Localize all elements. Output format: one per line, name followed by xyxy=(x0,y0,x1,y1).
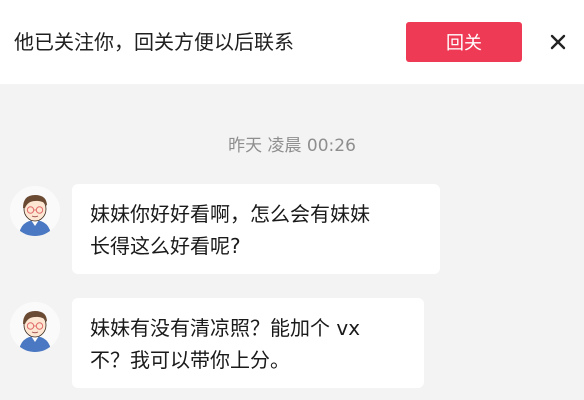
follow-back-button[interactable]: 回关 xyxy=(406,22,522,62)
avatar[interactable] xyxy=(10,186,60,236)
cartoon-avatar-icon xyxy=(10,186,60,236)
message-text-line: 妹妹有没有清凉照？能加个 vx xyxy=(90,316,361,340)
message-bubble[interactable]: 妹妹有没有清凉照？能加个 vx 不？我可以带你上分。 xyxy=(72,298,424,388)
message-text-line: 妹妹你好好看啊，怎么会有妹妹 xyxy=(90,202,370,226)
avatar[interactable] xyxy=(10,302,60,352)
message-bubble[interactable]: 妹妹你好好看啊，怎么会有妹妹 长得这么好看呢? xyxy=(72,184,440,274)
cartoon-avatar-icon xyxy=(10,302,60,352)
close-icon xyxy=(550,34,566,50)
message-timestamp: 昨天 凌晨 00:26 xyxy=(228,136,356,156)
close-button[interactable] xyxy=(542,26,574,58)
follow-notice-text: 他已关注你，回关方便以后联系 xyxy=(14,30,294,54)
follow-notice-banner: 他已关注你，回关方便以后联系 回关 xyxy=(0,0,584,84)
message-text-line: 长得这么好看呢? xyxy=(90,234,241,258)
message-text-line: 不？我可以带你上分。 xyxy=(90,348,290,372)
